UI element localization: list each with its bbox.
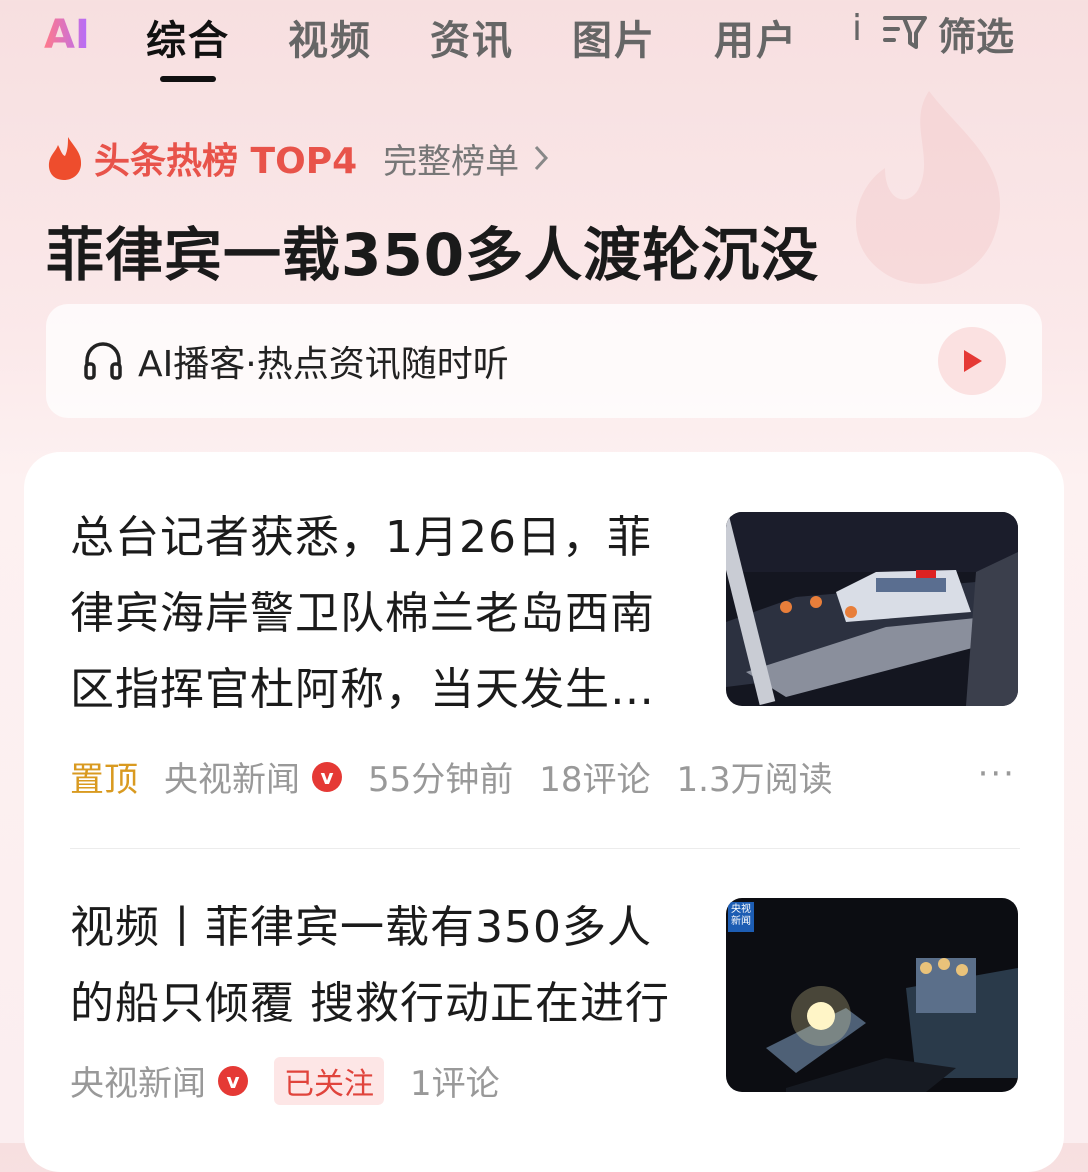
article-title[interactable]: 总台记者获悉，1月26日，菲 律宾海岸警卫队棉兰老岛西南 区指挥官杜阿称，当天发… — [70, 500, 690, 728]
ai-podcast-bar[interactable]: AI播客·热点资讯随时听 — [46, 304, 1042, 418]
play-icon — [964, 350, 982, 372]
night-rescue-video-image — [726, 898, 1018, 1092]
followed-tag[interactable]: 已关注 — [274, 1056, 384, 1105]
article-comments: 1评论 — [410, 1064, 500, 1104]
video-thumbnail[interactable]: 央视新闻 — [726, 898, 1018, 1092]
flame-icon — [48, 137, 82, 180]
tab-video[interactable]: 视频 — [288, 8, 372, 66]
chevron-right-icon — [535, 145, 549, 171]
filter-icon — [883, 16, 927, 49]
rescue-boat-night-image — [726, 512, 1018, 706]
top-tab-bar: AI 综合 视频 资讯 图片 用户 i 筛选 — [0, 0, 1088, 100]
article-source[interactable]: 央视新闻 — [70, 1056, 206, 1105]
flame-watermark-icon — [855, 91, 1001, 284]
active-tab-indicator — [160, 76, 216, 82]
hot-list-title: 头条热榜 TOP4 — [94, 141, 358, 182]
article-title-line: 视频丨菲律宾一载有350多人 — [70, 902, 652, 953]
article-reads: 1.3万阅读 — [676, 760, 833, 800]
tab-more[interactable]: i — [852, 8, 864, 49]
tab-comprehensive[interactable]: 综合 — [146, 8, 230, 66]
divider — [70, 848, 1020, 849]
filter-label: 筛选 — [938, 14, 1015, 59]
headphones-icon — [84, 342, 122, 380]
tab-users[interactable]: 用户 — [714, 8, 798, 66]
play-button[interactable] — [938, 327, 1006, 395]
article-title-line: 律宾海岸警卫队棉兰老岛西南 — [70, 588, 655, 639]
article-meta: 置顶 央视新闻 v 55分钟前 18评论 1.3万阅读 — [70, 752, 859, 801]
channel-logo: 央视新闻 — [731, 904, 751, 927]
article-meta: 央视新闻 v 已关注 1评论 — [70, 1056, 526, 1105]
verified-icon: v — [218, 1065, 248, 1096]
filter-button[interactable]: 筛选 — [882, 8, 1015, 59]
article-source[interactable]: 央视新闻 — [164, 752, 300, 801]
full-list-link[interactable]: 完整榜单 — [383, 134, 519, 183]
hot-list-header[interactable]: 头条热榜 TOP4 完整榜单 — [46, 132, 549, 184]
hot-headline[interactable]: 菲律宾一载350多人渡轮沉没 — [46, 208, 819, 292]
more-options-icon[interactable]: ··· — [978, 754, 1016, 794]
article-time: 55分钟前 — [368, 760, 514, 800]
article-title-line: 的船只倾覆 搜救行动正在进行 — [70, 978, 670, 1029]
article-comments: 18评论 — [539, 760, 651, 800]
pinned-tag: 置顶 — [70, 760, 138, 800]
article-title-line: 区指挥官杜阿称，当天发生… — [70, 664, 655, 715]
tab-images[interactable]: 图片 — [572, 8, 656, 66]
verified-icon: v — [312, 761, 342, 792]
tab-ai[interactable]: AI — [44, 12, 90, 58]
podcast-label: AI播客·热点资讯随时听 — [138, 344, 509, 385]
article-title[interactable]: 视频丨菲律宾一载有350多人 的船只倾覆 搜救行动正在进行 — [70, 890, 710, 1042]
article-thumbnail[interactable] — [726, 512, 1018, 706]
article-title-line: 总台记者获悉，1月26日，菲 — [70, 512, 652, 563]
search-results-card: 总台记者获悉，1月26日，菲 律宾海岸警卫队棉兰老岛西南 区指挥官杜阿称，当天发… — [24, 452, 1064, 1172]
tab-news[interactable]: 资讯 — [430, 8, 514, 66]
